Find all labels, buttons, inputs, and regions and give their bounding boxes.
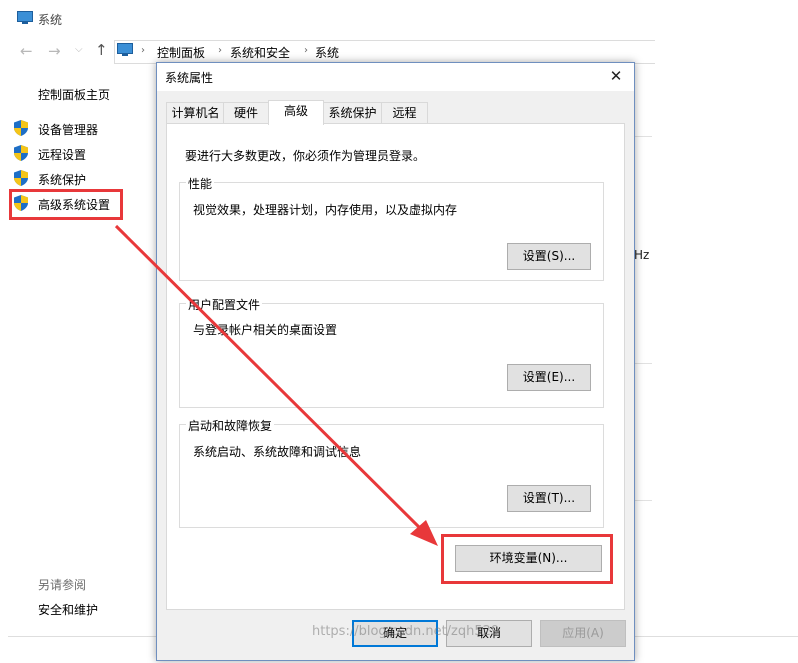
performance-settings-button[interactable]: 设置(S)...	[507, 243, 591, 270]
shield-icon	[14, 120, 28, 136]
control-panel-icon	[117, 43, 133, 56]
highlight-environment-variables	[441, 534, 613, 584]
tab-hardware[interactable]: 硬件	[223, 102, 269, 123]
sidebar-item-label[interactable]: 系统保护	[38, 171, 86, 188]
system-properties-dialog: 系统属性 ✕ 计算机名 硬件 高级 系统保护 远程 要进行大多数更改，你必须作为…	[156, 62, 635, 661]
recent-dropdown-icon[interactable]: ⌵	[75, 44, 83, 55]
watermark: https://blog.csdn.net/zqh529	[312, 624, 500, 639]
control-panel-home-link[interactable]: 控制面板主页	[38, 86, 110, 103]
breadcrumb-system-security[interactable]: 系统和安全	[230, 44, 290, 61]
tab-remote[interactable]: 远程	[381, 102, 428, 123]
shield-icon	[14, 145, 28, 161]
tab-computer-name[interactable]: 计算机名	[166, 102, 225, 123]
dialog-titlebar[interactable]	[157, 63, 634, 91]
window-title: 系统	[38, 13, 63, 27]
apply-button[interactable]: 应用(A)	[540, 620, 626, 647]
tab-advanced[interactable]: 高级	[268, 100, 324, 125]
breadcrumb-system[interactable]: 系统	[315, 44, 339, 61]
user-profiles-group-label: 用户配置文件	[186, 296, 263, 313]
sidebar-item-system-protection[interactable]	[14, 170, 28, 189]
highlight-advanced-settings	[9, 189, 123, 220]
sidebar-item-remote-settings[interactable]	[14, 145, 28, 164]
forward-arrow-icon[interactable]: →	[48, 42, 61, 60]
breadcrumb-control-panel[interactable]: 控制面板	[157, 44, 205, 61]
computer-icon	[17, 11, 33, 24]
tab-system-protection[interactable]: 系统保护	[323, 102, 382, 123]
user-profiles-description: 与登录帐户相关的桌面设置	[193, 323, 338, 337]
security-maintenance-link[interactable]: 安全和维护	[38, 601, 98, 618]
shield-icon	[14, 170, 28, 186]
divider	[634, 363, 652, 364]
dialog-title: 系统属性	[165, 71, 214, 85]
user-profiles-settings-button[interactable]: 设置(E)...	[507, 364, 591, 391]
breadcrumb-separator-icon: ›	[141, 45, 145, 56]
admin-notice: 要进行大多数更改，你必须作为管理员登录。	[185, 149, 426, 163]
performance-group-label: 性能	[186, 175, 215, 192]
sidebar-item-label[interactable]: 远程设置	[38, 146, 86, 163]
sidebar-item-label[interactable]: 设备管理器	[38, 121, 98, 138]
back-arrow-icon[interactable]: ←	[20, 42, 33, 60]
cpu-speed-fragment: Hz	[634, 248, 650, 262]
startup-recovery-group-label: 启动和故障恢复	[186, 417, 275, 434]
performance-description: 视觉效果，处理器计划，内存使用，以及虚拟内存	[193, 203, 458, 217]
startup-recovery-description: 系统启动、系统故障和调试信息	[193, 445, 362, 459]
sidebar-item-device-manager[interactable]	[14, 120, 28, 139]
up-arrow-icon[interactable]: ↑	[95, 41, 108, 59]
breadcrumb-separator-icon: ›	[218, 45, 222, 56]
breadcrumb-separator-icon: ›	[304, 45, 308, 56]
startup-recovery-group	[179, 424, 604, 528]
divider	[634, 500, 652, 501]
see-also-heading: 另请参阅	[38, 578, 87, 592]
close-icon[interactable]: ✕	[603, 65, 629, 87]
startup-recovery-settings-button[interactable]: 设置(T)...	[507, 485, 591, 512]
user-profiles-group	[179, 303, 604, 408]
divider	[634, 136, 652, 137]
